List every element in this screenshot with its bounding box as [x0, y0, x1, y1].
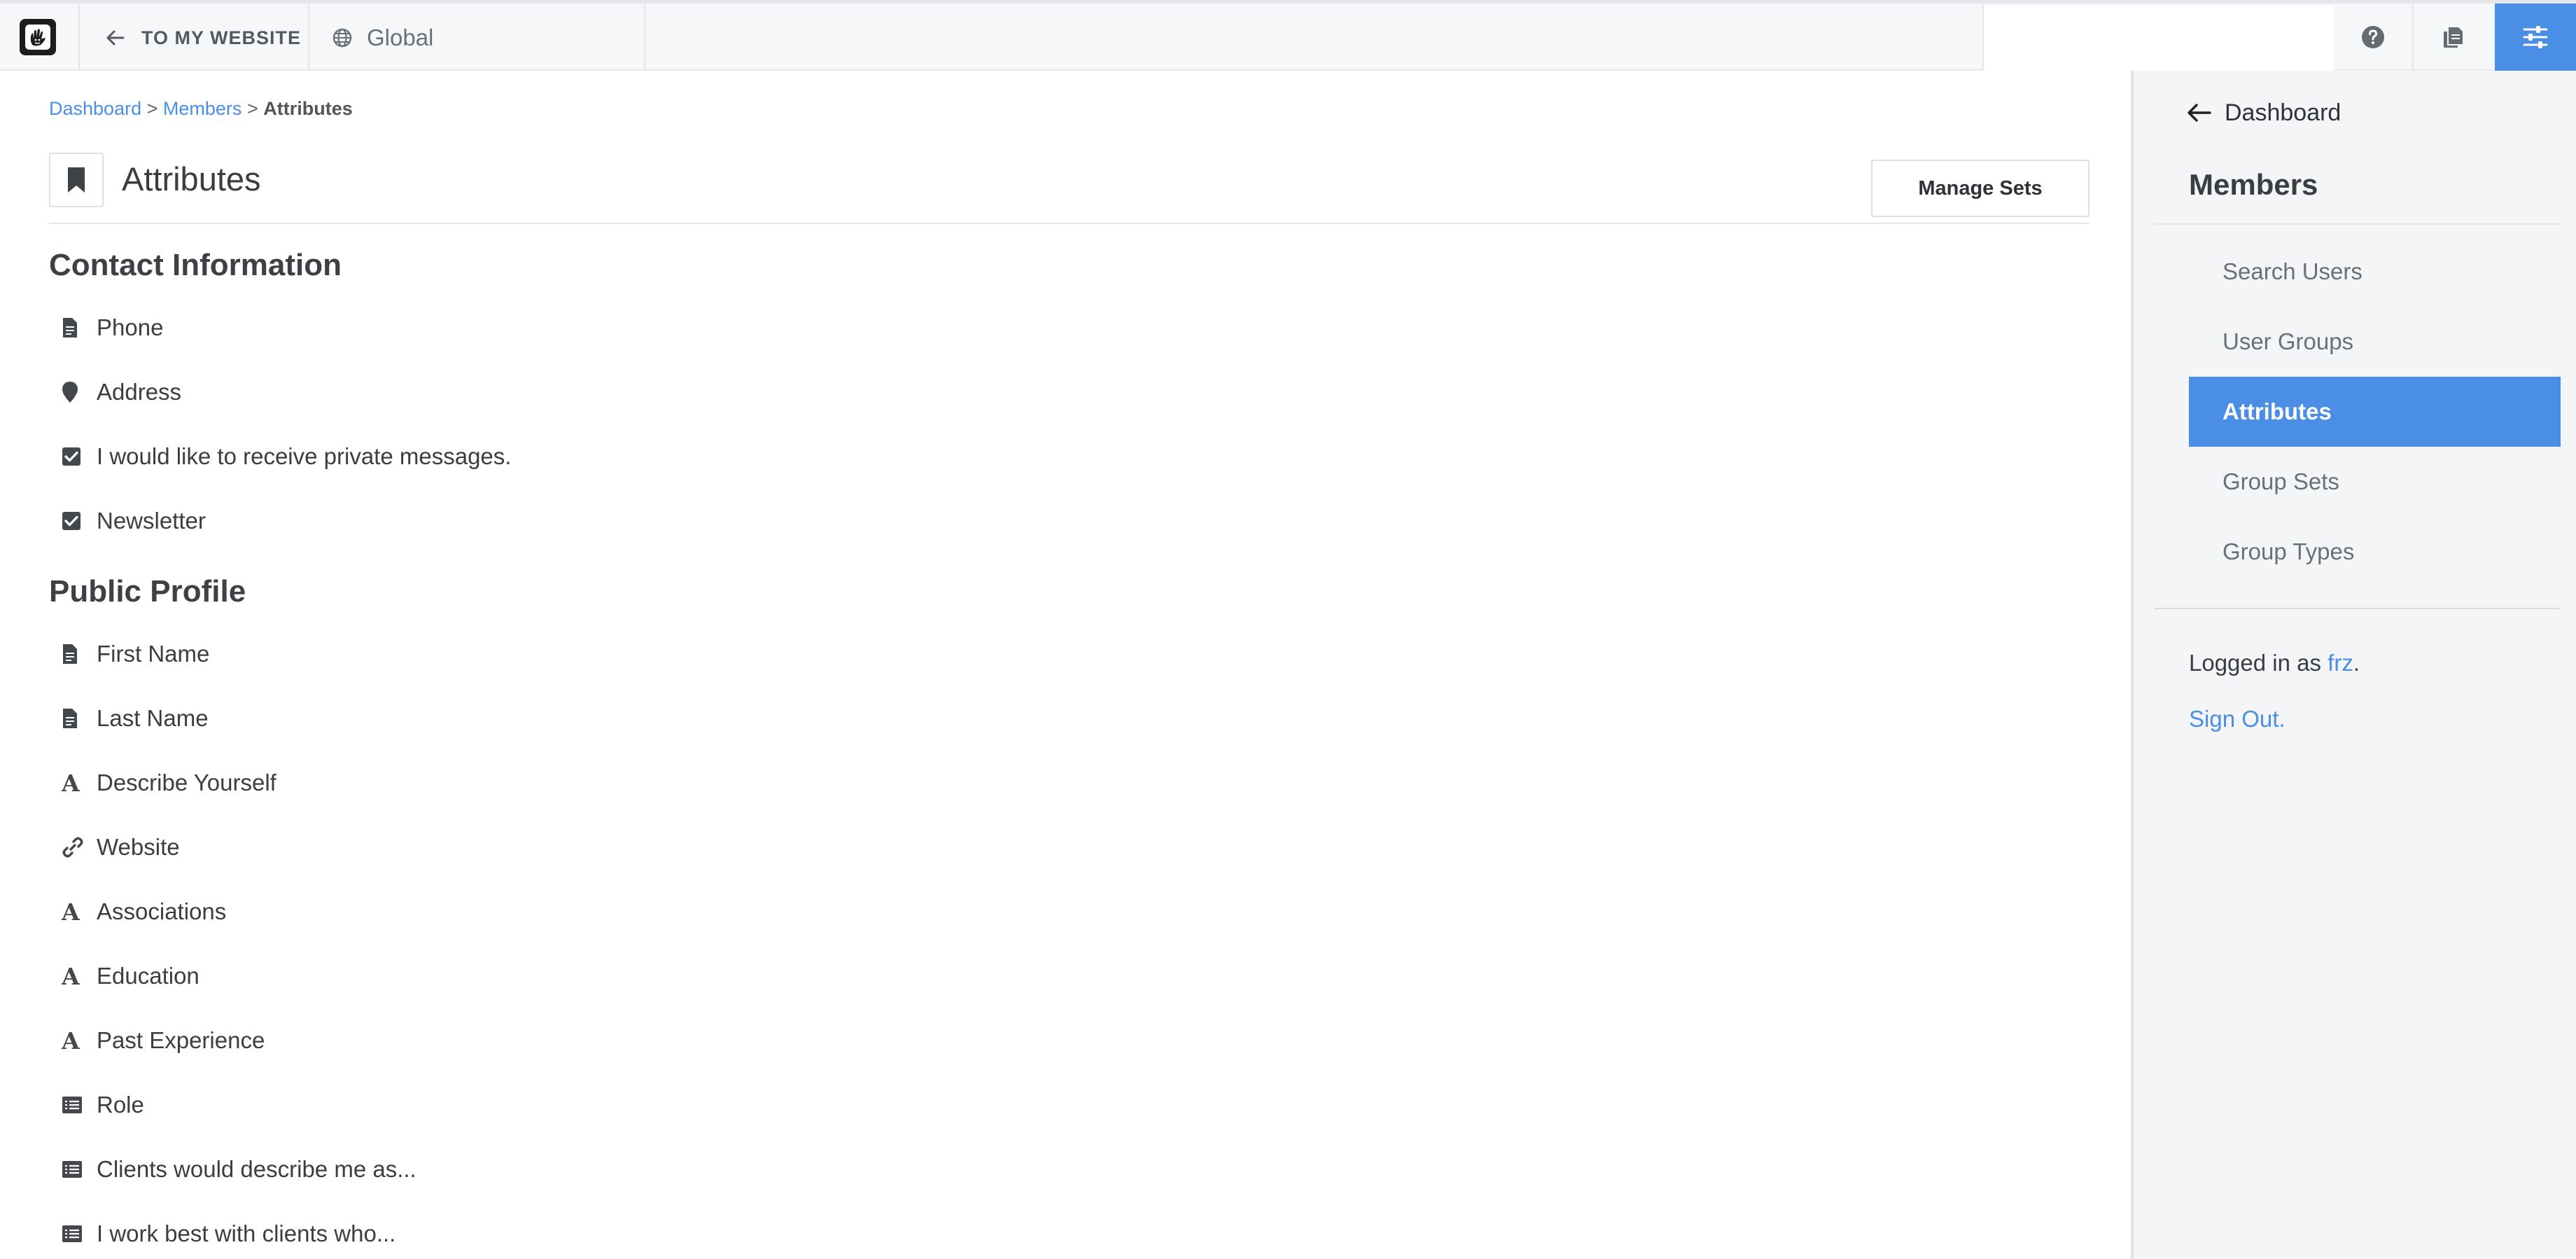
title-divider — [49, 223, 2090, 224]
panel-divider — [2155, 608, 2559, 609]
to-my-website-link[interactable]: TO MY WEBSITE — [105, 20, 301, 55]
back-to-dashboard-link[interactable]: Dashboard — [2187, 95, 2341, 130]
list-icon — [49, 1160, 97, 1178]
question-circle-icon — [2362, 26, 2384, 48]
attribute-row[interactable]: Website — [49, 826, 180, 868]
attribute-row[interactable]: Phone — [49, 307, 163, 349]
breadcrumb-dashboard-link[interactable]: Dashboard — [49, 98, 141, 119]
toolbar-divider — [308, 4, 309, 71]
breadcrumb-current: Attributes — [263, 98, 353, 119]
attribute-row[interactable]: Clients would describe me as... — [49, 1148, 416, 1190]
copy-pages-icon — [2444, 27, 2463, 48]
toolbar-divider — [78, 4, 80, 71]
list-icon — [49, 1096, 97, 1114]
attribute-row[interactable]: I would like to receive private messages… — [49, 436, 511, 478]
logged-in-text: Logged in as frz. — [2189, 650, 2360, 676]
sitemap-button[interactable] — [2414, 4, 2492, 71]
attribute-label: I work best with clients who... — [97, 1220, 396, 1246]
attribute-label: Clients would describe me as... — [97, 1156, 416, 1182]
font-icon: A — [62, 1027, 80, 1055]
arrow-left-icon — [106, 30, 125, 46]
list-icon — [49, 1225, 97, 1243]
file-icon — [49, 644, 97, 665]
breadcrumb-separator: > — [246, 98, 258, 119]
dashboard-settings-button[interactable] — [2495, 4, 2576, 71]
link-icon — [49, 836, 97, 858]
bookmark-icon — [49, 153, 104, 207]
checkbox-checked-icon — [49, 511, 97, 531]
font-icon: A — [62, 962, 80, 990]
section-title: Contact Information — [49, 248, 342, 282]
page-title: Attributes — [122, 160, 261, 197]
globe-icon — [332, 28, 352, 48]
file-icon — [49, 708, 97, 729]
file-icon — [49, 317, 97, 338]
toolbar-divider — [644, 4, 645, 71]
arrow-left-icon — [2188, 104, 2211, 122]
attribute-row[interactable]: Address — [49, 371, 181, 413]
attribute-row[interactable]: A Associations — [49, 891, 226, 933]
attribute-row[interactable]: A Education — [49, 955, 200, 997]
nav-item-user-groups[interactable]: User Groups — [2189, 307, 2561, 377]
search-input[interactable] — [1984, 6, 2334, 71]
nav-item-attributes[interactable]: Attributes — [2189, 377, 2561, 447]
font-icon: A — [62, 769, 80, 797]
locale-selector[interactable]: Global — [332, 20, 433, 55]
attribute-row[interactable]: Role — [49, 1084, 144, 1126]
attribute-label: Last Name — [97, 705, 209, 731]
back-to-dashboard-label: Dashboard — [2225, 99, 2342, 126]
attribute-label: Role — [97, 1092, 144, 1118]
attribute-label: I would like to receive private messages… — [97, 443, 512, 469]
concrete-logo-icon[interactable] — [20, 19, 56, 55]
attribute-label: Newsletter — [97, 508, 206, 534]
panel-divider — [2155, 223, 2559, 225]
logged-in-prefix: Logged in as — [2189, 650, 2321, 676]
breadcrumb-separator: > — [146, 98, 158, 119]
breadcrumb-members-link[interactable]: Members — [163, 98, 242, 119]
attribute-label: Website — [97, 834, 180, 860]
attribute-row[interactable]: Last Name — [49, 697, 209, 739]
attribute-row[interactable]: A Past Experience — [49, 1020, 265, 1062]
manage-sets-button[interactable]: Manage Sets — [1871, 160, 2090, 217]
attribute-label: Address — [97, 379, 182, 405]
nav-item-group-sets[interactable]: Group Sets — [2189, 447, 2561, 517]
section-title: Public Profile — [49, 574, 246, 608]
attribute-label: Describe Yourself — [97, 770, 276, 795]
attribute-label: Education — [97, 963, 200, 989]
checkbox-checked-icon — [49, 447, 97, 466]
attribute-label: First Name — [97, 641, 210, 667]
locale-label: Global — [367, 25, 434, 50]
help-button[interactable] — [2334, 4, 2412, 71]
sign-out-link[interactable]: Sign Out. — [2189, 706, 2286, 732]
attribute-label: Associations — [97, 898, 227, 924]
attribute-row[interactable]: Newsletter — [49, 500, 206, 542]
nav-item-group-types[interactable]: Group Types — [2189, 517, 2561, 587]
attribute-label: Phone — [97, 314, 164, 340]
top-toolbar: TO MY WEBSITE Global — [0, 0, 2576, 71]
attribute-row[interactable]: First Name — [49, 633, 209, 675]
sliders-icon — [2523, 26, 2548, 48]
attribute-label: Past Experience — [97, 1027, 265, 1053]
attribute-row[interactable]: A Describe Yourself — [49, 762, 276, 804]
username-link[interactable]: frz — [2328, 650, 2353, 676]
attribute-row[interactable]: I work best with clients who... — [49, 1213, 396, 1255]
map-marker-icon — [49, 381, 97, 403]
nav-item-search-users[interactable]: Search Users — [2189, 237, 2561, 307]
to-my-website-label: TO MY WEBSITE — [141, 27, 302, 48]
panel-title: Members — [2189, 168, 2318, 201]
breadcrumb: Dashboard > Members > Attributes — [49, 98, 353, 120]
logged-in-suffix: . — [2353, 650, 2360, 676]
font-icon: A — [62, 898, 80, 926]
